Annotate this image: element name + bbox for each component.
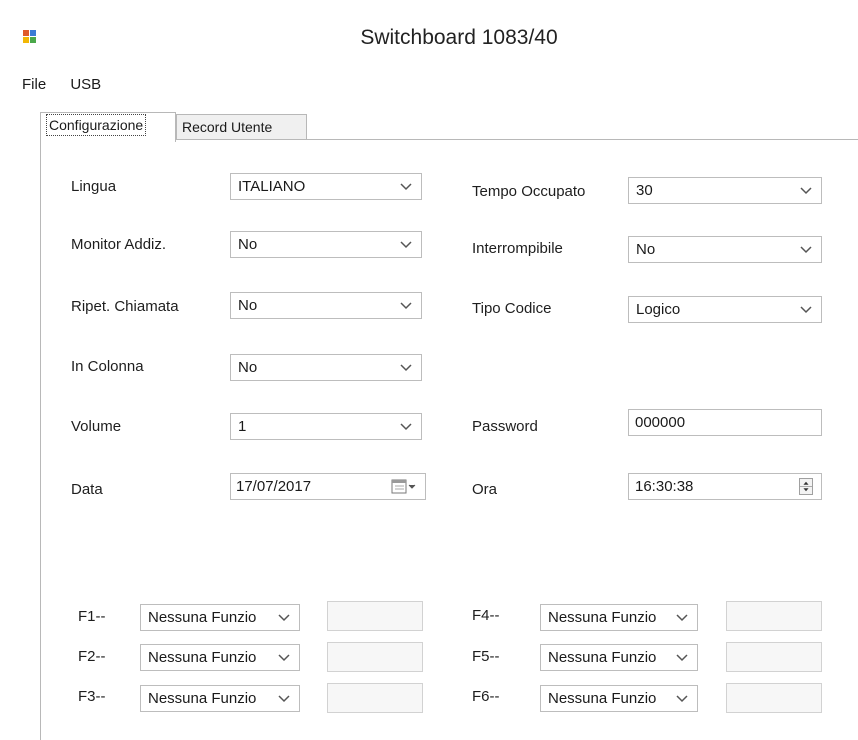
f3-value-field[interactable] bbox=[327, 683, 423, 713]
f5-value-field[interactable] bbox=[726, 642, 822, 672]
ripet-chiamata-select[interactable]: No bbox=[230, 292, 422, 319]
tab-configurazione[interactable]: Configurazione bbox=[40, 112, 176, 142]
lingua-select[interactable]: ITALIANO bbox=[230, 173, 422, 200]
label-lingua: Lingua bbox=[71, 178, 117, 195]
interrompibile-select[interactable]: No bbox=[628, 236, 822, 263]
menu-usb[interactable]: USB bbox=[70, 76, 101, 93]
label-tipo-codice: Tipo Codice bbox=[472, 300, 552, 317]
spinner-icon[interactable] bbox=[799, 478, 813, 495]
chevron-down-icon bbox=[800, 246, 812, 254]
chevron-down-icon bbox=[676, 614, 688, 622]
label-volume: Volume bbox=[71, 418, 122, 435]
label-interrompibile: Interrompibile bbox=[472, 240, 563, 257]
f1-value-field[interactable] bbox=[327, 601, 423, 631]
chevron-down-icon bbox=[278, 654, 290, 662]
f3-function-select[interactable]: Nessuna Funzio bbox=[140, 685, 300, 712]
label-f2: F2-- bbox=[78, 648, 106, 665]
label-ora: Ora bbox=[472, 481, 498, 498]
menu-file[interactable]: File bbox=[22, 76, 46, 93]
f2-value-field[interactable] bbox=[327, 642, 423, 672]
window-title: Switchboard 1083/40 bbox=[360, 26, 558, 49]
label-in-colonna: In Colonna bbox=[71, 358, 144, 375]
menu-bar: File USB bbox=[22, 76, 121, 93]
f4-function-select[interactable]: Nessuna Funzio bbox=[540, 604, 698, 631]
f6-function-select[interactable]: Nessuna Funzio bbox=[540, 685, 698, 712]
label-password: Password bbox=[472, 418, 538, 435]
chevron-down-icon bbox=[400, 241, 412, 249]
f2-function-select[interactable]: Nessuna Funzio bbox=[140, 644, 300, 671]
tempo-occupato-select[interactable]: 30 bbox=[628, 177, 822, 204]
chevron-down-icon bbox=[676, 654, 688, 662]
label-monitor-addiz: Monitor Addiz. bbox=[71, 236, 167, 253]
ora-time-input[interactable]: 16:30:38 bbox=[628, 473, 822, 500]
label-data: Data bbox=[71, 481, 103, 498]
f1-function-select[interactable]: Nessuna Funzio bbox=[140, 604, 300, 631]
f6-value-field[interactable] bbox=[726, 683, 822, 713]
label-f1: F1-- bbox=[78, 608, 106, 625]
tab-record-utente[interactable]: Record Utente bbox=[176, 114, 307, 140]
label-ripet-chiamata: Ripet. Chiamata bbox=[71, 298, 179, 315]
chevron-down-icon bbox=[800, 187, 812, 195]
chevron-down-icon bbox=[400, 183, 412, 191]
chevron-down-icon bbox=[800, 306, 812, 314]
in-colonna-select[interactable]: No bbox=[230, 354, 422, 381]
chevron-down-icon bbox=[278, 614, 290, 622]
chevron-down-icon bbox=[400, 364, 412, 372]
f4-value-field[interactable] bbox=[726, 601, 822, 631]
tipo-codice-select[interactable]: Logico bbox=[628, 296, 822, 323]
chevron-down-icon bbox=[400, 302, 412, 310]
calendar-icon[interactable] bbox=[391, 479, 417, 495]
label-f5: F5-- bbox=[472, 648, 500, 665]
f5-function-select[interactable]: Nessuna Funzio bbox=[540, 644, 698, 671]
password-input[interactable]: 000000 bbox=[628, 409, 822, 436]
chevron-down-icon bbox=[278, 695, 290, 703]
label-f4: F4-- bbox=[472, 607, 500, 624]
chevron-down-icon bbox=[676, 695, 688, 703]
volume-select[interactable]: 1 bbox=[230, 413, 422, 440]
label-f6: F6-- bbox=[472, 688, 500, 705]
data-datepicker[interactable]: 17/07/2017 bbox=[230, 473, 426, 500]
chevron-down-icon bbox=[400, 423, 412, 431]
label-f3: F3-- bbox=[78, 688, 106, 705]
monitor-addiz-select[interactable]: No bbox=[230, 231, 422, 258]
label-tempo-occupato: Tempo Occupato bbox=[472, 183, 586, 200]
